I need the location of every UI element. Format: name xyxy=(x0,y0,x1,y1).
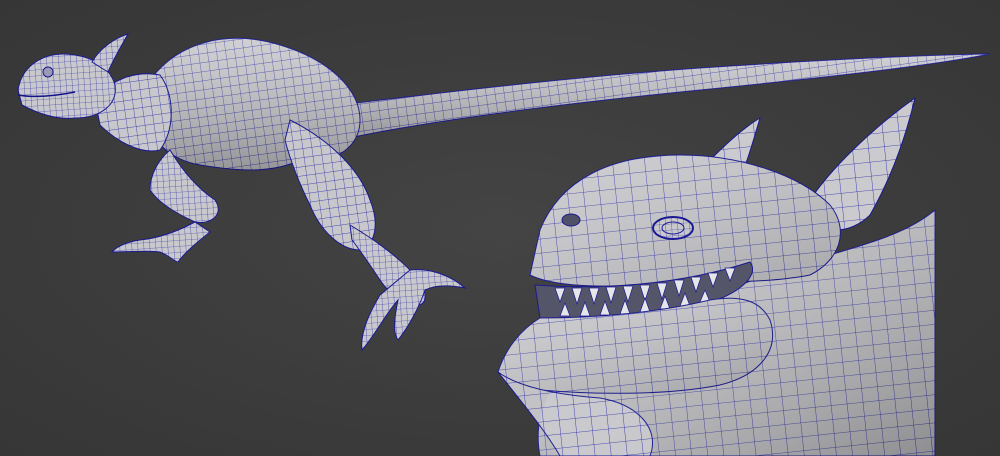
nostril xyxy=(561,213,581,227)
hind-foot xyxy=(361,269,467,352)
dinosaur-head[interactable] xyxy=(497,96,936,456)
eye xyxy=(652,216,694,240)
front-foot xyxy=(110,221,211,263)
3d-viewport[interactable] xyxy=(0,0,1000,456)
viewport-canvas[interactable] xyxy=(0,0,1000,456)
eye-small xyxy=(42,66,54,78)
